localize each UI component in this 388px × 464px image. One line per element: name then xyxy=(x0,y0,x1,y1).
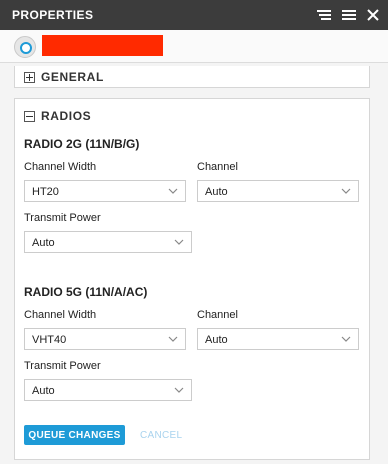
general-section-label: GENERAL xyxy=(41,70,104,84)
radio-5g-transmit-power-label: Transmit Power xyxy=(24,360,101,372)
radio-5g-channel-select[interactable]: Auto xyxy=(197,328,359,350)
chevron-down-icon xyxy=(168,188,178,194)
radios-section: RADIOS RADIO 2G (11N/B/G) Channel Width … xyxy=(14,98,370,460)
radio-5g-channel-width-select[interactable]: VHT40 xyxy=(24,328,186,350)
close-icon[interactable] xyxy=(364,6,382,24)
device-name-redacted xyxy=(42,35,163,56)
chevron-down-icon xyxy=(168,336,178,342)
radio-2g-channel-width-value: HT20 xyxy=(32,186,59,198)
radios-section-toggle[interactable]: RADIOS xyxy=(24,109,91,123)
radio-5g-transmit-power-select[interactable]: Auto xyxy=(24,379,192,401)
chevron-down-icon xyxy=(341,188,351,194)
radio-5g-channel-value: Auto xyxy=(205,334,228,346)
collapse-minus-icon xyxy=(24,110,35,122)
radio-2g-transmit-power-select[interactable]: Auto xyxy=(24,231,192,253)
radio-5g-channel-width-value: VHT40 xyxy=(32,334,67,346)
cancel-button[interactable]: CANCEL xyxy=(140,425,182,445)
radio-5g-transmit-power-value: Auto xyxy=(32,385,55,397)
device-row xyxy=(0,30,388,63)
header-actions xyxy=(316,6,382,24)
radio-2g-channel-width-label: Channel Width xyxy=(24,161,97,173)
chevron-down-icon xyxy=(174,387,184,393)
radio-2g-transmit-power-label: Transmit Power xyxy=(24,212,101,224)
chevron-down-icon xyxy=(174,239,184,245)
expand-plus-icon xyxy=(24,71,35,83)
properties-header: PROPERTIES xyxy=(0,0,388,30)
panel-title: PROPERTIES xyxy=(12,8,94,22)
queue-changes-button[interactable]: QUEUE CHANGES xyxy=(24,425,125,445)
radio-5g-channel-label: Channel xyxy=(197,309,238,321)
radio-2g-transmit-power-value: Auto xyxy=(32,237,55,249)
radio-2g-channel-width-select[interactable]: HT20 xyxy=(24,180,186,202)
general-section-toggle[interactable]: GENERAL xyxy=(24,70,104,84)
general-section: GENERAL xyxy=(14,66,370,88)
radio-5g-channel-width-label: Channel Width xyxy=(24,309,97,321)
radio-2g-channel-label: Channel xyxy=(197,161,238,173)
radio-2g-channel-value: Auto xyxy=(205,186,228,198)
device-status-icon xyxy=(14,36,36,58)
radio-5g-title: RADIO 5G (11N/A/AC) xyxy=(24,285,148,299)
sort-lines-icon[interactable] xyxy=(316,6,334,24)
chevron-down-icon xyxy=(341,336,351,342)
radio-2g-channel-select[interactable]: Auto xyxy=(197,180,359,202)
menu-lines-icon[interactable] xyxy=(340,6,358,24)
radio-2g-title: RADIO 2G (11N/B/G) xyxy=(24,137,140,151)
radios-section-label: RADIOS xyxy=(41,109,92,123)
